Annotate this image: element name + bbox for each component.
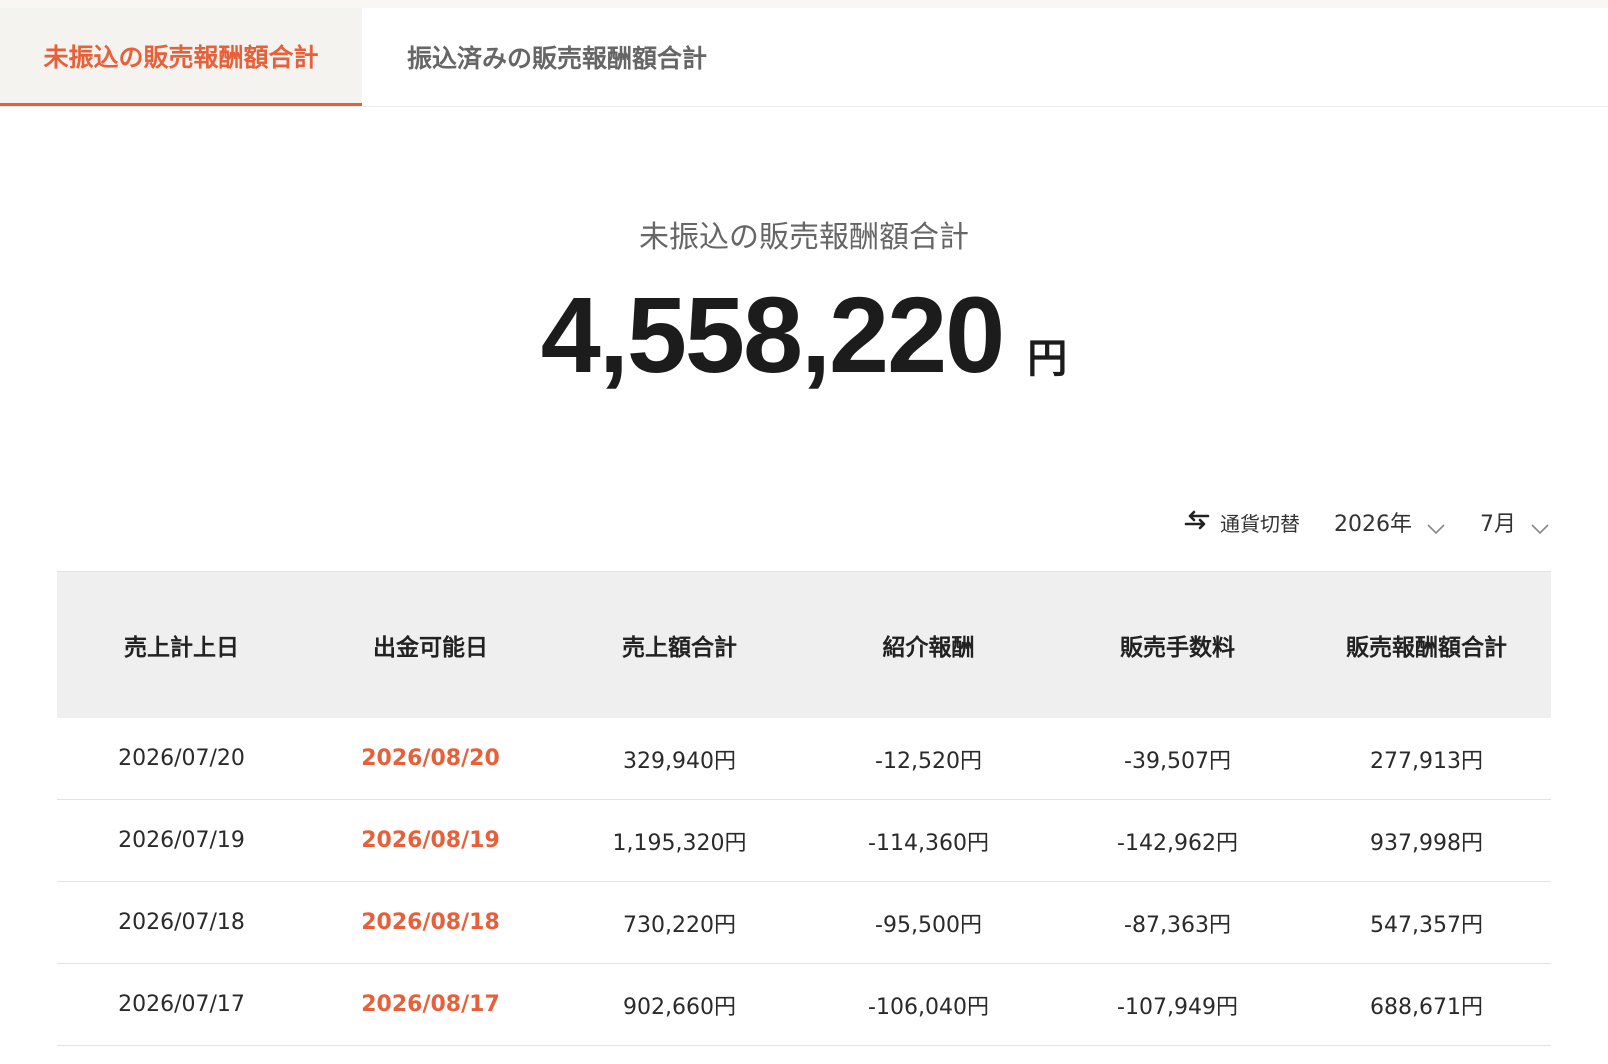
filter-controls: 通貨切替 2026年 7月 (1184, 500, 1550, 544)
cell-referral-fee: -106,040円 (868, 994, 989, 1020)
summary-amount-value: 4,558,220 (540, 274, 1005, 395)
cell-referral-fee: -114,360円 (868, 830, 989, 856)
table-row: 2026/07/19 2026/08/19 1,195,320円 -114,36… (57, 800, 1551, 882)
cell-reward-total: 277,913円 (1370, 748, 1483, 774)
tab-bar: 未振込の販売報酬額合計 振込済みの販売報酬額合計 (0, 8, 1608, 107)
cell-payout-date: 2026/08/20 (361, 746, 500, 771)
cell-sales-total: 1,195,320円 (612, 830, 747, 856)
cell-sales-date: 2026/07/17 (118, 992, 245, 1017)
cell-sales-date: 2026/07/19 (118, 828, 245, 853)
year-select[interactable]: 2026年 (1334, 506, 1446, 538)
chevron-down-icon (1426, 516, 1446, 535)
cell-reward-total: 937,998円 (1370, 830, 1483, 856)
header-payout-date: 出金可能日 (373, 635, 488, 661)
cell-payout-date: 2026/08/19 (361, 828, 500, 853)
cell-sales-date: 2026/07/20 (118, 746, 245, 771)
cell-referral-fee: -95,500円 (875, 912, 982, 938)
swap-arrows-icon (1184, 510, 1210, 535)
currency-switch-button[interactable]: 通貨切替 (1184, 508, 1300, 537)
cell-sales-commission: -87,363円 (1124, 912, 1231, 938)
cell-reward-total: 688,671円 (1370, 994, 1483, 1020)
summary-amount-unit: 円 (1027, 336, 1068, 382)
table-row: 2026/07/20 2026/08/20 329,940円 -12,520円 … (57, 718, 1551, 800)
cell-reward-total: 547,357円 (1370, 912, 1483, 938)
year-select-value: 2026年 (1334, 512, 1412, 537)
month-select-value: 7月 (1480, 512, 1516, 537)
cell-payout-date: 2026/08/18 (361, 910, 500, 935)
cell-sales-date: 2026/07/18 (118, 910, 245, 935)
tab-paid-total[interactable]: 振込済みの販売報酬額合計 (362, 8, 752, 106)
header-sales-total: 売上額合計 (622, 635, 737, 661)
cell-referral-fee: -12,520円 (875, 748, 982, 774)
table-header: 売上計上日 出金可能日 売上額合計 紹介報酬 販売手数料 販売報酬額合計 (57, 571, 1551, 718)
month-select[interactable]: 7月 (1480, 506, 1550, 538)
chevron-down-icon (1530, 516, 1550, 535)
header-sales-date: 売上計上日 (124, 635, 239, 661)
header-sales-commission: 販売手数料 (1120, 635, 1235, 661)
table-row: 2026/07/17 2026/08/17 902,660円 -106,040円… (57, 964, 1551, 1046)
summary-amount: 4,558,220 円 (0, 272, 1608, 397)
cell-sales-commission: -142,962円 (1117, 830, 1238, 856)
top-strip (0, 0, 1608, 8)
cell-payout-date: 2026/08/17 (361, 992, 500, 1017)
header-referral-fee: 紹介報酬 (882, 635, 975, 661)
currency-switch-label: 通貨切替 (1220, 511, 1300, 536)
table-row: 2026/07/18 2026/08/18 730,220円 -95,500円 … (57, 882, 1551, 964)
header-reward-total: 販売報酬額合計 (1346, 635, 1507, 661)
sales-table: 売上計上日 出金可能日 売上額合計 紹介報酬 販売手数料 販売報酬額合計 202… (57, 571, 1551, 1046)
tab-unpaid-total[interactable]: 未振込の販売報酬額合計 (0, 8, 362, 106)
cell-sales-total: 329,940円 (623, 748, 736, 774)
cell-sales-commission: -107,949円 (1117, 994, 1238, 1020)
cell-sales-total: 730,220円 (623, 912, 736, 938)
cell-sales-commission: -39,507円 (1124, 748, 1231, 774)
cell-sales-total: 902,660円 (623, 994, 736, 1020)
summary-label: 未振込の販売報酬額合計 (639, 220, 969, 255)
